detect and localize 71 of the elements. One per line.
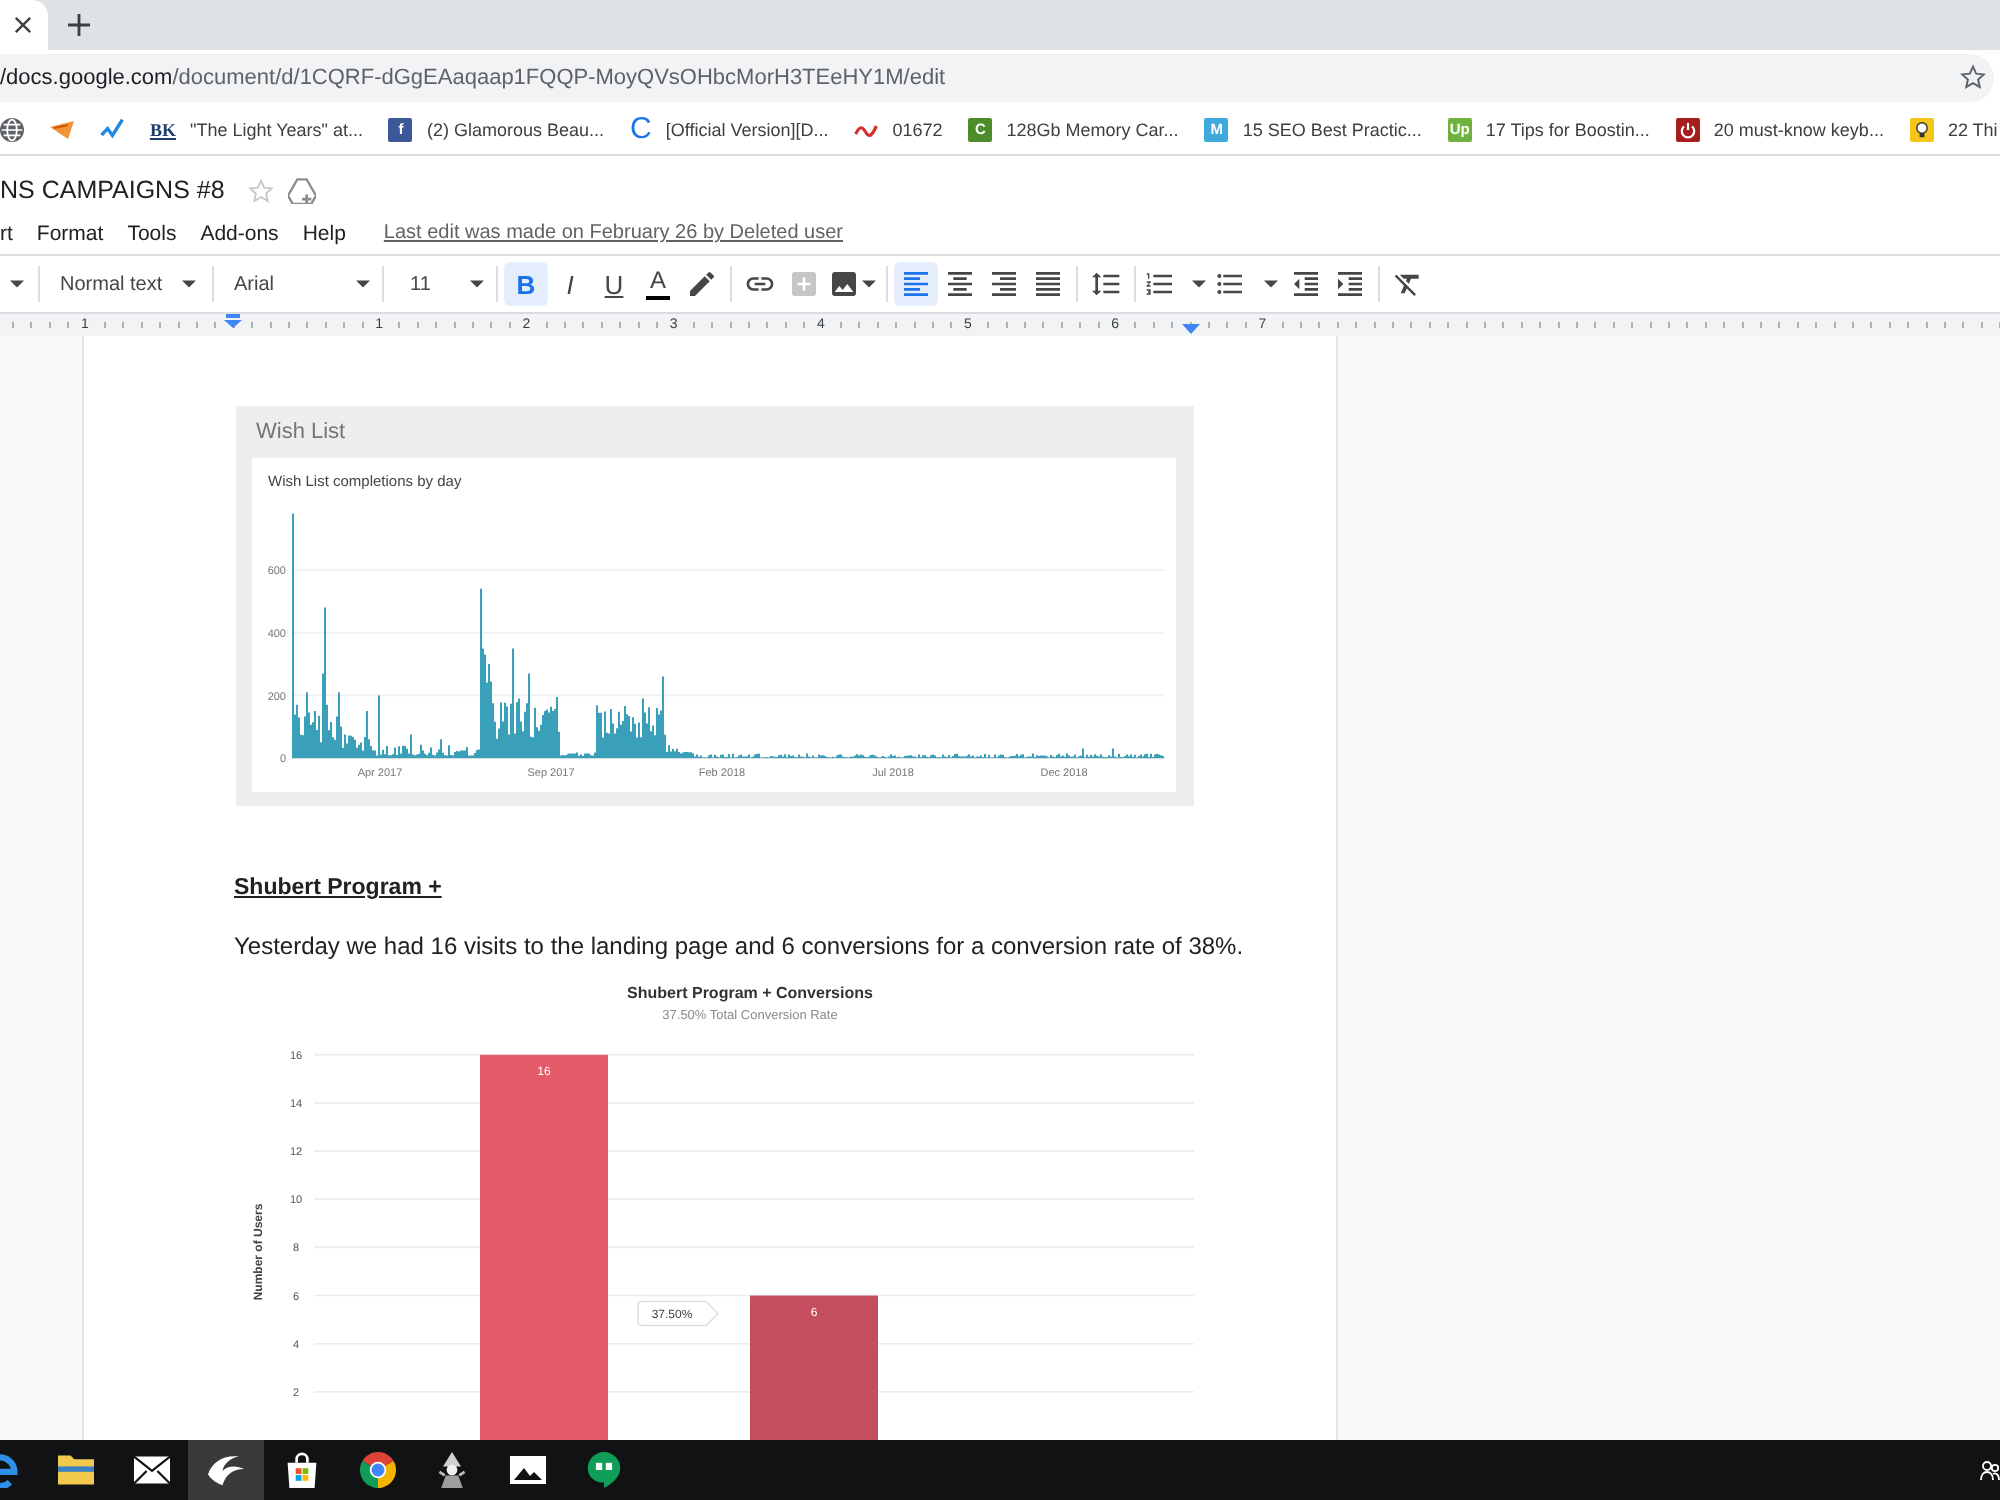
image-icon xyxy=(830,270,858,298)
align-center-icon xyxy=(945,270,973,298)
shopping-bag-icon xyxy=(283,1452,320,1488)
close-icon[interactable] xyxy=(14,16,32,34)
align-left-button[interactable] xyxy=(893,262,937,306)
caret-icon xyxy=(1263,280,1277,288)
justify-icon xyxy=(1033,270,1061,298)
text-color-button[interactable]: A xyxy=(636,262,680,306)
plus-icon[interactable] xyxy=(68,14,90,36)
power-icon xyxy=(1675,117,1700,141)
star-icon[interactable] xyxy=(1960,64,1986,90)
paragraph: Yesterday we had 16 visits to the landing page and 6 conversions for a conversion rate of 38%. xyxy=(234,932,1244,962)
envelope-icon xyxy=(133,1452,170,1488)
caret-icon xyxy=(470,280,484,288)
bookmark-link[interactable]: BK "The Light Years" at... xyxy=(150,119,363,139)
italic-button[interactable]: I xyxy=(548,262,592,306)
wedge-icon[interactable] xyxy=(50,117,74,141)
pen-icon xyxy=(688,270,716,298)
dropdown-button[interactable]: Normal text xyxy=(46,262,206,306)
folder-icon xyxy=(57,1452,94,1488)
last-edit-link[interactable]: Last edit was made on February 26 by Deleted user xyxy=(383,222,843,244)
menu-item[interactable]: Add-ons xyxy=(188,221,291,245)
align-left-icon xyxy=(901,270,929,298)
bold-button[interactable]: B xyxy=(504,262,548,306)
address-bar[interactable]: /docs.google.com/document/d/1CQRF-dGgEAaqaap1FQQP-MoyQVsOHbcMorH3TEeHY1M/edit xyxy=(0,53,1994,101)
indent-increase-icon xyxy=(1335,270,1363,298)
menu-item[interactable]: rt xyxy=(0,221,25,245)
card-title: Wish List xyxy=(256,418,346,446)
document-title[interactable]: NS CAMPAIGNS #8 xyxy=(0,176,225,204)
line-spacing-icon xyxy=(1091,270,1119,298)
site-logo: BK xyxy=(150,119,177,139)
figure-icon xyxy=(434,1452,471,1488)
star-icon[interactable] xyxy=(248,177,275,203)
round-logo-icon xyxy=(359,1452,396,1488)
bookmark-link[interactable]: 22 Thi xyxy=(1909,117,1998,141)
add-comment-icon xyxy=(790,270,818,298)
caret-icon xyxy=(9,280,23,288)
chat-bubble-icon xyxy=(585,1452,622,1488)
clear-formatting-icon xyxy=(1393,270,1421,298)
color-bar-icon xyxy=(646,295,670,301)
dropdown-button[interactable]: Arial xyxy=(220,262,376,306)
menu-item[interactable]: Help xyxy=(290,221,358,245)
swoosh-icon xyxy=(208,1452,245,1488)
chart-title: Shubert Program + Conversions xyxy=(627,984,873,1002)
site-logo: C xyxy=(630,117,652,141)
globe-icon[interactable] xyxy=(0,117,24,141)
indent-decrease-icon xyxy=(1291,270,1319,298)
bookmark-link[interactable]: 20 must-know keyb... xyxy=(1675,117,1884,141)
lightbulb-icon xyxy=(1909,117,1934,141)
people-icon[interactable] xyxy=(1980,1459,2000,1481)
dropdown-button[interactable]: 11 xyxy=(390,262,490,306)
swoosh-icon[interactable] xyxy=(100,117,124,141)
caret-icon xyxy=(356,280,370,288)
picture-icon xyxy=(509,1452,546,1488)
url-text: /docs.google.com/document/d/1CQRF-dGgEAaqaap1FQQP-MoyQVsOHbcMorH3TEeHY1M/edit xyxy=(0,65,948,89)
triangle-plus-icon[interactable] xyxy=(288,177,317,203)
caret-icon xyxy=(182,280,196,288)
menu-item[interactable]: Tools xyxy=(115,221,189,245)
caret-icon xyxy=(861,280,875,288)
caret-icon xyxy=(1192,280,1206,288)
underline-button[interactable]: U xyxy=(592,262,636,306)
numbered-list-icon xyxy=(1145,270,1173,298)
bulleted-list-icon xyxy=(1216,270,1244,298)
align-right-icon xyxy=(989,270,1017,298)
section-heading: Shubert Program + xyxy=(234,874,442,902)
indent-marker-icon[interactable] xyxy=(224,314,242,328)
e-logo-icon xyxy=(0,1452,18,1488)
bookmark-link[interactable]: C [Official Version][D... xyxy=(630,117,829,141)
menu-item[interactable]: Format xyxy=(24,221,116,245)
bookmark-link[interactable]: 01672 xyxy=(854,117,943,141)
taskbar-button[interactable] xyxy=(188,1440,265,1500)
